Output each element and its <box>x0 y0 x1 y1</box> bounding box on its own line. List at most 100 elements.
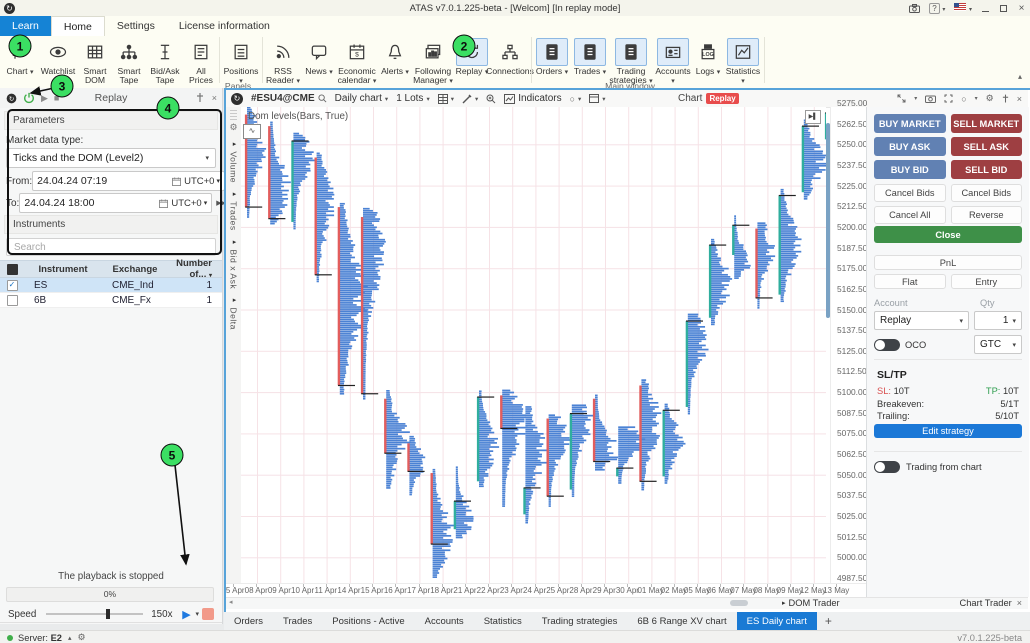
price-axis[interactable]: 5275.005262.505250.005237.505225.005212.… <box>830 107 867 583</box>
pin-icon[interactable] <box>196 93 204 103</box>
workspace-tab-trades[interactable]: Trades <box>273 612 322 630</box>
ribbon-button-statistics[interactable]: Statistics ▾ <box>723 37 763 86</box>
cancel-bids-button[interactable]: Cancel Bids <box>874 184 946 202</box>
ribbon-button-news[interactable]: News ▾ <box>302 37 336 77</box>
ribbon-button-watchlist[interactable]: Watchlist <box>38 37 78 76</box>
date-axis[interactable]: 05 Apr08 Apr09 Apr10 Apr11 Apr14 Apr15 A… <box>226 583 866 598</box>
trading-from-chart-toggle[interactable] <box>874 461 900 473</box>
gear-icon[interactable]: ⚙ <box>77 632 85 643</box>
ribbon-button-accounts[interactable]: Accounts ▾ <box>653 37 693 86</box>
ribbon-button-bid-ask-tape[interactable]: Bid/Ask Tape <box>146 37 184 86</box>
chart-plot-area[interactable]: Dom levels(Bars, True) ∿ ▶▌ <box>241 107 826 583</box>
rail-panel-trades[interactable]: ▸ Trades <box>229 190 239 231</box>
color-scheme-button[interactable]: ○▾ <box>570 94 582 104</box>
ribbon-button-logs[interactable]: LOGLogs ▾ <box>693 37 723 77</box>
ribbon-tab-license-information[interactable]: License information <box>167 16 282 36</box>
gear-icon[interactable]: ⚙ <box>986 93 994 104</box>
column-instrument[interactable]: Instrument <box>24 264 102 275</box>
qty-select[interactable]: 1▾ <box>974 311 1022 330</box>
minimize-button[interactable] <box>981 4 990 13</box>
to-date-field[interactable]: UTC+0▾ <box>19 193 212 213</box>
ribbon-button-trading-strategies[interactable]: Trading strategies ▾ <box>609 37 653 86</box>
workspace-tab-accounts[interactable]: Accounts <box>415 612 474 630</box>
chevron-down-icon[interactable]: ▾ <box>914 95 917 102</box>
playback-play-button[interactable]: ▶ <box>178 607 194 621</box>
entry-button[interactable]: Entry <box>951 274 1023 289</box>
chevron-up-icon[interactable]: ▴ <box>68 634 72 642</box>
ribbon-button-connections[interactable]: Connections <box>490 37 530 76</box>
rail-panel-bid-x-ask[interactable]: ▸ Bid x Ask <box>229 238 239 289</box>
from-timezone-select[interactable]: UTC+0▾ <box>184 176 220 187</box>
drawing-tools-button[interactable]: ▾ <box>462 94 478 104</box>
oco-toggle[interactable] <box>874 339 900 351</box>
ribbon-tab-home[interactable]: Home <box>51 16 105 36</box>
sell-market-button[interactable]: SELL MARKET <box>951 114 1023 133</box>
ribbon-button-smart-dom[interactable]: Smart DOM <box>78 37 112 86</box>
sell-bid-button[interactable]: SELL BID <box>951 160 1023 179</box>
ribbon-button-all-prices[interactable]: All Prices <box>184 37 218 86</box>
go-to-latest-button[interactable]: ▶▌ <box>805 110 821 124</box>
ribbon-collapse-button[interactable]: ▴ <box>1018 72 1022 81</box>
from-date-input[interactable] <box>37 175 172 187</box>
ribbon-button-alerts[interactable]: Alerts ▾ <box>378 37 412 77</box>
close-icon[interactable]: × <box>1017 94 1022 104</box>
chevron-down-icon[interactable]: ▾ <box>975 95 978 102</box>
restore-window-icon[interactable] <box>897 94 906 103</box>
ribbon-button-trades[interactable]: Trades ▾ <box>571 37 609 77</box>
sell-ask-button[interactable]: SELL ASK <box>951 137 1023 156</box>
slider-thumb[interactable] <box>106 609 110 619</box>
to-timezone-select[interactable]: UTC+0▾ <box>171 198 207 209</box>
instrument-row-es[interactable]: ✓ESCME_Ind1 <box>0 278 222 293</box>
ribbon-button-economic-calendar[interactable]: $Economic calendar ▾ <box>336 37 378 86</box>
horizontal-scrollbar-thumb[interactable] <box>730 600 748 606</box>
ribbon-tab-settings[interactable]: Settings <box>105 16 167 36</box>
camera-icon[interactable] <box>925 94 936 103</box>
symbol-selector[interactable]: #ESU4@CME <box>251 93 327 104</box>
flat-button[interactable]: Flat <box>874 274 946 289</box>
reverse-button[interactable]: Reverse <box>951 206 1023 224</box>
help-menu-button[interactable]: ? ▾ <box>929 3 945 14</box>
workspace-tab-6b-6-range-xv-chart[interactable]: 6B 6 Range XV chart <box>627 612 736 630</box>
column-number[interactable]: Number of... ▾ <box>168 258 222 280</box>
layout-button[interactable]: ▾ <box>589 94 605 103</box>
close-position-button[interactable]: Close <box>874 226 1022 243</box>
replay-settings-icon[interactable]: ↻ <box>6 93 17 104</box>
ribbon-button-rss-reader[interactable]: RSS Reader ▾ <box>264 37 302 86</box>
row-checkbox[interactable]: ✓ <box>7 280 18 291</box>
buy-bid-button[interactable]: BUY BID <box>874 160 946 179</box>
workspace-tab-statistics[interactable]: Statistics <box>474 612 532 630</box>
search-input[interactable] <box>12 241 210 254</box>
gear-icon[interactable]: ⚙ <box>226 122 241 133</box>
pnl-button[interactable]: PnL <box>874 255 1022 270</box>
cancel-all-button[interactable]: Cancel All <box>874 206 946 224</box>
fullscreen-icon[interactable] <box>944 94 953 103</box>
screenshot-camera-icon[interactable] <box>909 4 920 13</box>
to-date-input[interactable] <box>24 197 159 209</box>
tif-select[interactable]: GTC▾ <box>974 335 1022 354</box>
column-exchange[interactable]: Exchange <box>102 264 168 275</box>
language-flag-button[interactable]: ▾ <box>954 3 972 14</box>
zoom-button[interactable] <box>486 94 496 104</box>
chevron-down-icon[interactable]: ▾ <box>195 610 199 618</box>
workspace-tab-es-daily-chart[interactable]: ES Daily chart <box>737 612 817 630</box>
play-icon[interactable]: ▶ <box>41 93 48 104</box>
buy-market-button[interactable]: BUY MARKET <box>874 114 946 133</box>
circle-icon[interactable]: ○ <box>961 94 966 104</box>
dom-trader-tab[interactable]: ▸ DOM Trader <box>782 598 840 608</box>
power-icon[interactable] <box>23 92 35 104</box>
close-button[interactable]: × <box>1017 4 1026 13</box>
rail-panel-delta[interactable]: ▸ Delta <box>229 296 239 330</box>
account-select[interactable]: Replay▾ <box>874 311 969 330</box>
select-all-checkbox[interactable] <box>7 264 18 275</box>
indicator-collapse-box[interactable]: ∿ <box>243 124 261 139</box>
market-data-type-select[interactable]: Ticks and the DOM (Level2) ▾ <box>6 148 216 168</box>
row-checkbox[interactable] <box>7 295 18 306</box>
edit-strategy-button[interactable]: Edit strategy <box>874 424 1022 438</box>
lots-selector[interactable]: 1 Lots▾ <box>396 93 430 104</box>
ribbon-button-positions[interactable]: Positions ▾ <box>221 37 261 86</box>
close-icon[interactable]: × <box>1017 598 1022 608</box>
close-icon[interactable]: × <box>212 93 217 103</box>
chart-trader-tab[interactable]: Chart Trader × <box>960 598 1022 608</box>
from-date-field[interactable]: UTC+0▾ <box>32 171 225 191</box>
scroll-left-arrow-icon[interactable]: ◂ <box>229 598 233 606</box>
